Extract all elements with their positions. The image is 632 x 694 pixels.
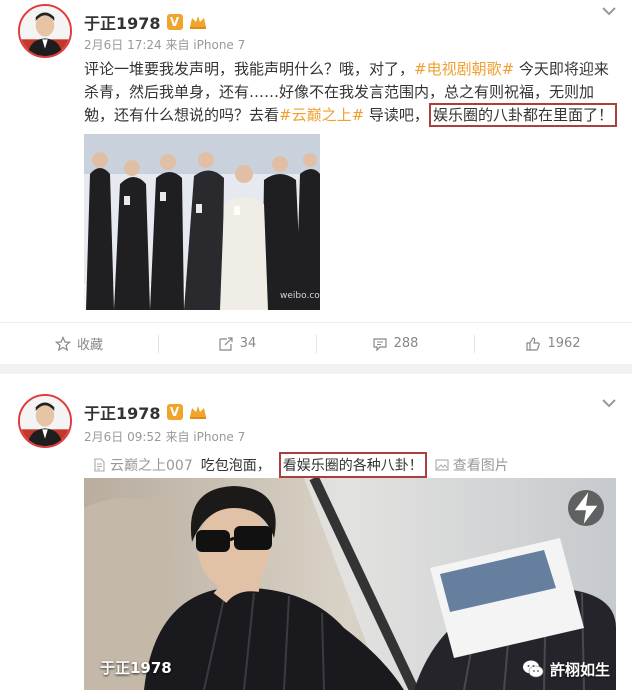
- like-button[interactable]: 1962: [474, 323, 632, 364]
- star-icon: [54, 335, 71, 351]
- author-row: 于正1978 V: [84, 400, 207, 424]
- watermark-text: 許栩如生: [549, 660, 610, 679]
- favorite-button[interactable]: 收藏: [0, 323, 158, 364]
- post-text-end: 导读吧，: [364, 106, 429, 124]
- verified-badge: V: [166, 404, 183, 420]
- document-icon: [94, 458, 105, 472]
- crown-icon: [189, 14, 207, 30]
- comment-icon: [372, 337, 387, 351]
- chevron-down-icon[interactable]: [600, 2, 618, 20]
- post-body: 评论一堆要我发声明，我能声明什么？哦，对了，#电视剧朝歌# 今天即将迎来杀青，然…: [84, 58, 620, 127]
- highlighted-text: 看娱乐圈的各种八卦！: [278, 452, 427, 478]
- avatar[interactable]: [18, 394, 72, 448]
- post-text: 吃包泡面，: [200, 458, 271, 474]
- comment-count: 288: [393, 336, 419, 351]
- watermark: 許栩如生: [522, 658, 610, 680]
- repost-count: 34: [239, 336, 257, 351]
- crown-icon: [189, 404, 207, 420]
- avatar[interactable]: [18, 4, 72, 58]
- image-icon: [435, 459, 449, 471]
- author-row: 于正1978 V: [84, 10, 207, 34]
- reference-link[interactable]: 云巅之上007: [92, 455, 193, 475]
- hashtag-link[interactable]: #电视剧朝歌#: [414, 60, 514, 78]
- wechat-icon: [522, 660, 544, 678]
- verified-badge: V: [166, 14, 183, 30]
- action-bar: 收藏 34 288 1962: [0, 322, 632, 364]
- comment-button[interactable]: 288: [316, 323, 474, 364]
- post-meta: 2月6日 17:24 来自 iPhone 7: [84, 38, 246, 52]
- hashtag-link[interactable]: #云巅之上#: [279, 106, 364, 124]
- svg-text:weibo.com: weibo.com: [280, 291, 320, 301]
- view-image-label: 查看图片: [452, 458, 509, 474]
- highlighted-text: 娱乐圈的八卦都在里面了！: [428, 103, 617, 127]
- post-meta: 2月6日 09:52 来自 iPhone 7: [84, 430, 246, 444]
- post-body: 云巅之上007 吃包泡面， 看娱乐圈的各种八卦！ 查看图片: [92, 452, 509, 478]
- like-count: 1962: [547, 336, 581, 351]
- repost-icon: [219, 336, 233, 351]
- reference-link-label: 云巅之上007: [110, 458, 193, 474]
- weibo-post-2: 于正1978 V 2月6日 09:52 来自 iPhone 7 云巅之上007 …: [0, 374, 632, 694]
- post-photo[interactable]: weibo.com: [84, 134, 320, 310]
- author-name[interactable]: 于正1978: [84, 10, 161, 34]
- like-icon: [526, 336, 541, 351]
- photo-caption: 于正1978: [100, 659, 172, 677]
- flash-icon[interactable]: [568, 490, 604, 526]
- post-text-start: 评论一堆要我发声明，我能声明什么？哦，对了，: [84, 60, 415, 78]
- author-name[interactable]: 于正1978: [84, 400, 161, 424]
- weibo-post-1: 于正1978 V 2月6日 17:24 来自 iPhone 7 评论一堆要我发声…: [0, 0, 632, 364]
- repost-button[interactable]: 34: [158, 323, 316, 364]
- view-image-link[interactable]: 查看图片: [435, 455, 509, 475]
- post-separator: [0, 364, 632, 374]
- chevron-down-icon[interactable]: [600, 394, 618, 412]
- favorite-label: 收藏: [76, 338, 103, 353]
